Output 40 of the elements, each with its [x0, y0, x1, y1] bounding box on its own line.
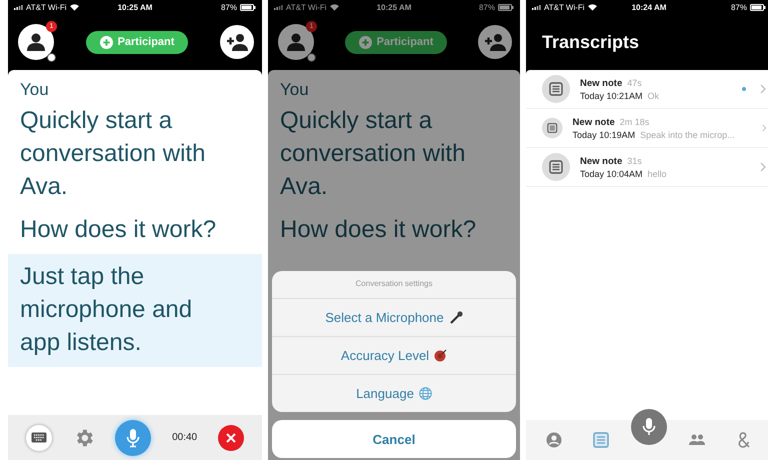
note-duration: 47s: [627, 78, 642, 88]
status-time: 10:25 AM: [118, 2, 152, 12]
note-duration: 31s: [627, 156, 642, 166]
battery-percent: 87%: [220, 2, 237, 12]
carrier-label: AT&T Wi-Fi: [286, 2, 327, 12]
carrier-label: AT&T Wi-Fi: [544, 2, 585, 12]
battery-percent: 87%: [730, 2, 747, 12]
timer: 00:40: [172, 432, 198, 443]
participant-button[interactable]: Participant: [86, 30, 188, 54]
transcript-row[interactable]: New note 2m 18s Today 10:19AM Speak into the microp...: [526, 109, 768, 148]
note-duration: 2m 18s: [620, 116, 650, 128]
note-date: Today 10:21AM: [580, 90, 643, 100]
participant-button[interactable]: Participant: [345, 30, 447, 54]
note-title: New note: [580, 156, 622, 166]
speaker-label: You: [280, 80, 310, 100]
battery-percent: 87%: [478, 2, 495, 12]
note-preview: Ok: [648, 90, 660, 100]
note-title: New note: [572, 116, 615, 128]
note-date: Today 10:19AM: [572, 130, 636, 140]
carrier-label: AT&T Wi-Fi: [26, 2, 67, 12]
transcript-row[interactable]: New note 31s Today 10:04AM hello: [526, 148, 768, 187]
sheet-option[interactable]: Accuracy Level: [272, 336, 516, 374]
caption-text: How does it work?: [280, 215, 478, 245]
caption-text: How does it work?: [20, 215, 218, 245]
sheet-option[interactable]: Select a Microphone: [272, 298, 516, 336]
note-preview: hello: [648, 168, 667, 178]
transcript-row[interactable]: New note 47s Today 10:21AM Ok: [526, 70, 768, 109]
caption-text: Just tap the microphone and app listens.: [20, 262, 194, 358]
caption-text: Quickly start a conversation with Ava.: [20, 106, 206, 202]
note-date: Today 10:04AM: [580, 168, 643, 178]
speaker-label: You: [20, 80, 50, 100]
note-title: New note: [580, 78, 622, 88]
note-preview: Speak into the microp...: [640, 130, 735, 140]
status-time: 10:24 AM: [632, 2, 666, 12]
sheet-option[interactable]: Language: [272, 374, 516, 412]
status-time: 10:25 AM: [376, 2, 412, 12]
cancel-button[interactable]: Cancel: [272, 420, 516, 458]
caption-text: Quickly start a conversation with Ava.: [280, 106, 466, 202]
screen-title: Transcripts: [541, 30, 640, 54]
sheet-title: Conversation settings: [354, 278, 434, 290]
